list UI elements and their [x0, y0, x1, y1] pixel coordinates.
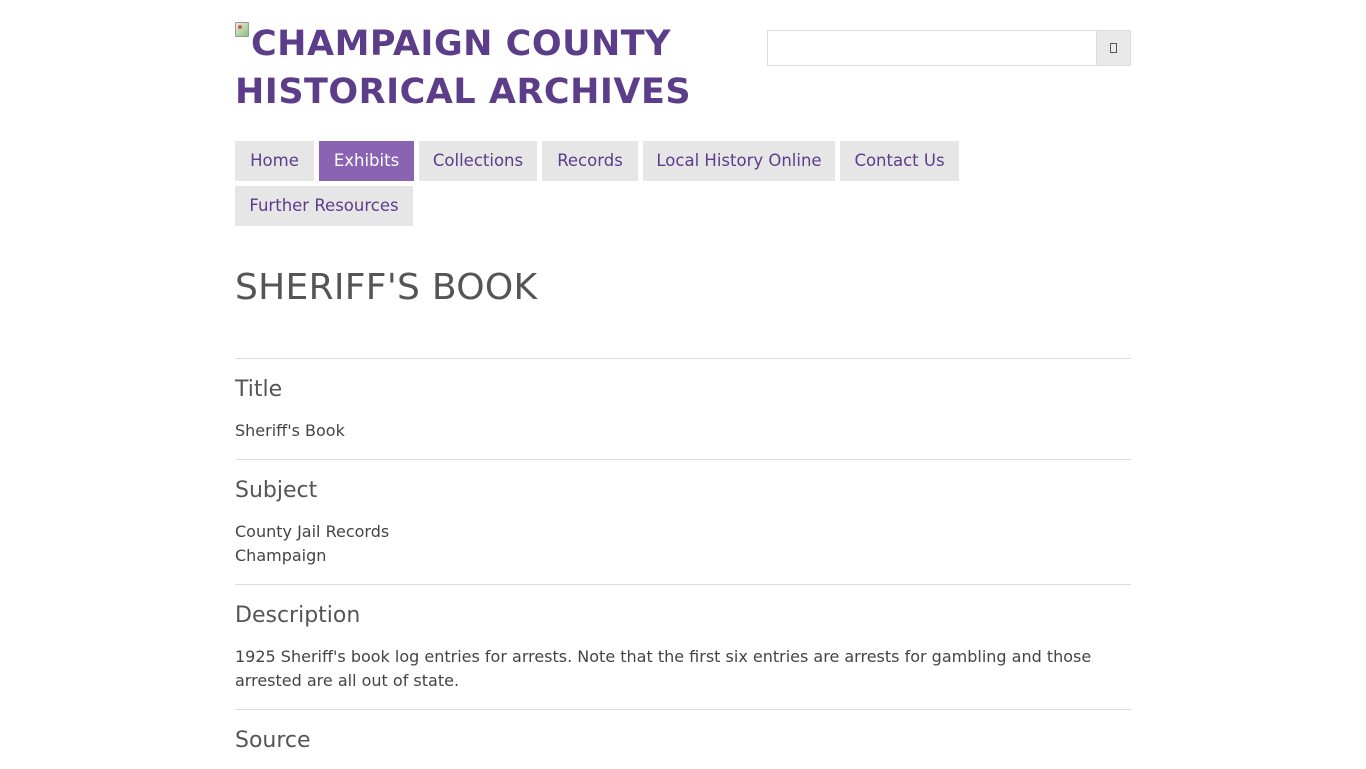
- field-source: Source: [235, 709, 1131, 769]
- nav-item-contact-us[interactable]: Contact Us: [840, 141, 959, 181]
- field-value-line: Sheriff's Book: [235, 421, 345, 440]
- field-label: Description: [235, 603, 361, 628]
- search-input[interactable]: [767, 30, 1096, 66]
- search-form: [767, 30, 1131, 66]
- field-value-line: 1925 Sheriff's book log entries for arre…: [235, 647, 1092, 690]
- search-button[interactable]: [1096, 30, 1131, 66]
- site-logo-text: CHAMPAIGN COUNTY HISTORICAL ARCHIVES: [235, 24, 692, 112]
- nav-item-further-resources[interactable]: Further Resources: [235, 186, 413, 226]
- broken-image-icon: [235, 22, 249, 37]
- field-title: Title Sheriff's Book: [235, 358, 1131, 460]
- field-subject: Subject County Jail Records Champaign: [235, 459, 1131, 585]
- nav-item-collections[interactable]: Collections: [419, 141, 537, 181]
- nav-item-exhibits[interactable]: Exhibits: [319, 141, 414, 181]
- page-container: CHAMPAIGN COUNTY HISTORICAL ARCHIVES Hom…: [235, 0, 1131, 753]
- field-description: Description 1925 Sheriff's book log entr…: [235, 584, 1131, 710]
- field-value-line: Champaign: [235, 546, 327, 565]
- page-title: SHERIFF'S BOOK: [235, 267, 538, 308]
- site-logo-link[interactable]: CHAMPAIGN COUNTY HISTORICAL ARCHIVES: [235, 20, 695, 116]
- search-icon: [1110, 43, 1117, 53]
- field-label: Title: [235, 377, 283, 402]
- field-value: County Jail Records Champaign: [235, 520, 1131, 568]
- site-header: CHAMPAIGN COUNTY HISTORICAL ARCHIVES: [235, 0, 1131, 130]
- field-value-line: County Jail Records: [235, 522, 390, 541]
- nav-item-records[interactable]: Records: [542, 141, 638, 181]
- field-label: Subject: [235, 478, 318, 503]
- nav-item-home[interactable]: Home: [235, 141, 314, 181]
- field-value: Sheriff's Book: [235, 419, 1131, 443]
- nav-item-local-history-online[interactable]: Local History Online: [643, 141, 835, 181]
- field-value: 1925 Sheriff's book log entries for arre…: [235, 645, 1131, 693]
- field-label: Source: [235, 728, 311, 753]
